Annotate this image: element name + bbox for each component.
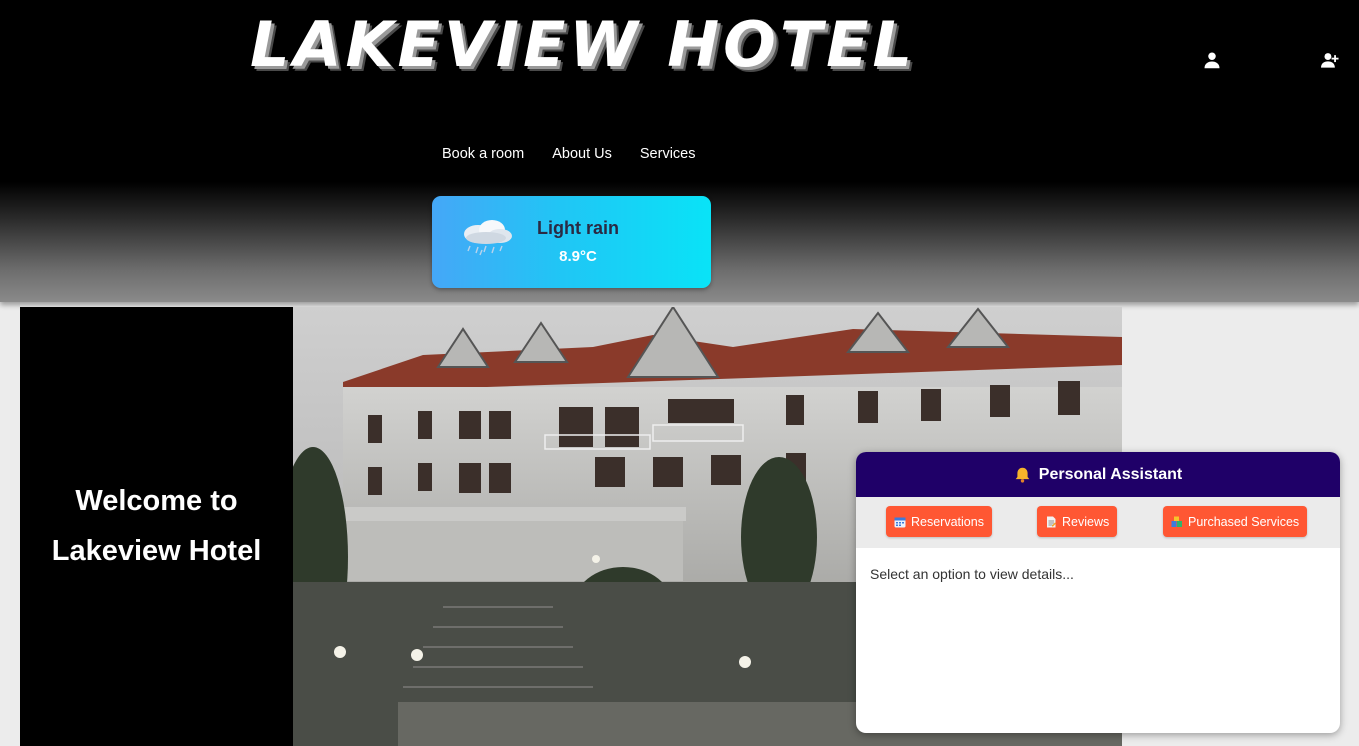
calendar-icon: [894, 517, 906, 527]
reviews-button[interactable]: Reviews: [1037, 506, 1118, 537]
weather-temperature: 8.9°C: [559, 248, 597, 265]
welcome-heading: Welcome to Lakeview Hotel: [52, 477, 262, 576]
weather-widget: Light rain 8.9°C: [432, 196, 711, 288]
welcome-line-1: Welcome to: [75, 485, 238, 518]
main-nav: Book a room About Us Services: [442, 146, 695, 162]
bell-icon: [1015, 467, 1030, 483]
cloud-rain-icon: [464, 220, 512, 256]
purchased-services-label: Purchased Services: [1188, 514, 1300, 529]
weather-description: Light rain: [537, 218, 619, 238]
assistant-tabs: Reservations Reviews Purchased Services: [856, 497, 1340, 548]
assistant-title: Personal Assistant: [1038, 465, 1183, 483]
blocks-icon: [1171, 516, 1182, 527]
welcome-line-2: Lakeview Hotel: [51, 534, 262, 567]
assistant-content: Select an option to view details...: [856, 548, 1340, 600]
purchased-services-button[interactable]: Purchased Services: [1163, 506, 1308, 537]
assistant-placeholder: Select an option to view details...: [870, 566, 1074, 582]
reservations-label: Reservations: [911, 514, 984, 529]
user-plus-icon[interactable]: [1318, 48, 1342, 72]
nav-about-us[interactable]: About Us: [552, 146, 612, 162]
reviews-label: Reviews: [1062, 514, 1110, 529]
nav-services[interactable]: Services: [640, 146, 696, 162]
nav-book-room[interactable]: Book a room: [442, 146, 524, 162]
document-icon: [1047, 516, 1056, 527]
site-header: LAKEVIEW HOTEL Book a room About Us Serv…: [0, 0, 1359, 302]
site-logo[interactable]: LAKEVIEW HOTEL: [250, 14, 916, 76]
personal-assistant-panel: Personal Assistant Reservations Reviews: [856, 452, 1340, 733]
user-icon[interactable]: [1200, 48, 1224, 72]
page: LAKEVIEW HOTEL Book a room About Us Serv…: [0, 0, 1359, 746]
welcome-panel: Welcome to Lakeview Hotel: [20, 307, 293, 746]
assistant-header: Personal Assistant: [856, 452, 1340, 497]
reservations-button[interactable]: Reservations: [886, 506, 992, 537]
